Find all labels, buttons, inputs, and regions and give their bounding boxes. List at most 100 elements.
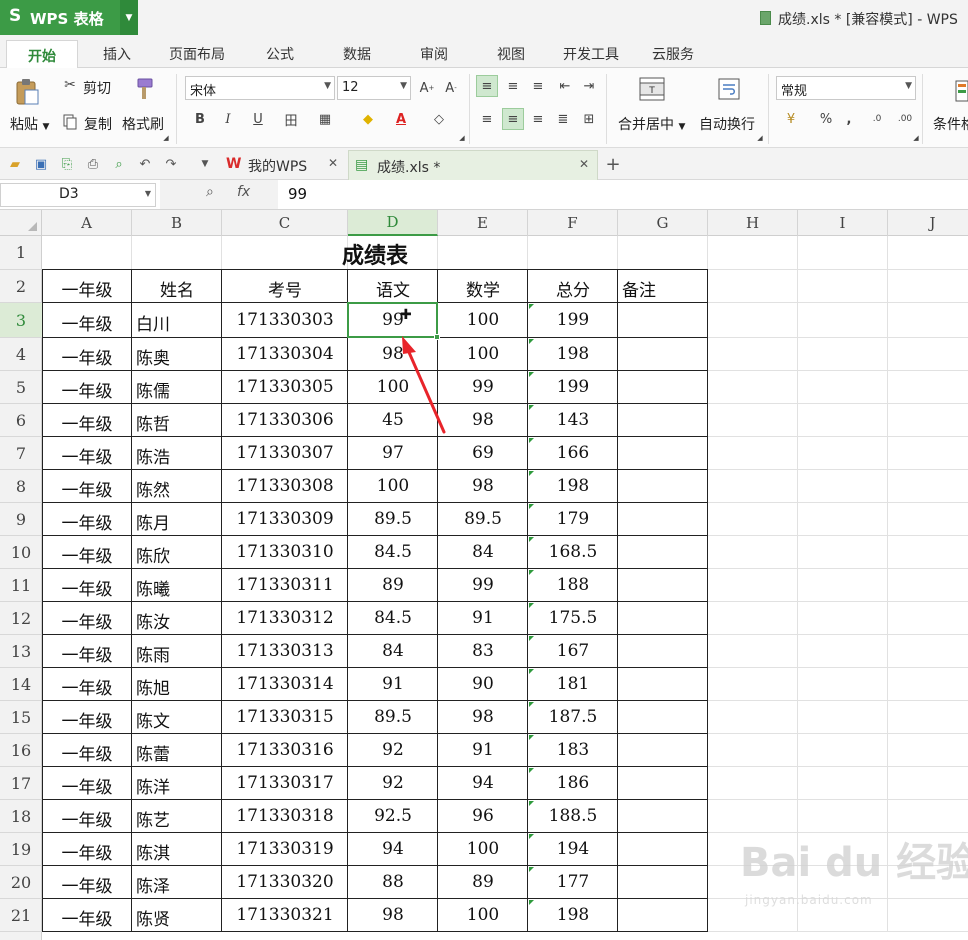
table-cell[interactable]: 171330315 <box>222 707 348 727</box>
table-cell[interactable]: 一年级 <box>42 872 132 897</box>
copy-icon[interactable] <box>62 114 78 130</box>
align-left-icon[interactable]: ≡ <box>476 108 498 130</box>
tab-review[interactable]: 审阅 <box>420 44 448 64</box>
paste-icon[interactable] <box>12 76 42 108</box>
column-header-f[interactable]: F <box>528 210 618 236</box>
table-cell[interactable]: 一年级 <box>42 310 132 335</box>
table-cell[interactable]: 一年级 <box>42 476 132 501</box>
paste-button[interactable]: 粘贴 ▼ <box>10 114 49 134</box>
table-cell[interactable]: 96 <box>438 806 528 826</box>
table-cell[interactable]: 167 <box>528 641 618 661</box>
table-cell[interactable]: 一年级 <box>42 443 132 468</box>
column-header-a[interactable]: A <box>42 210 132 236</box>
column-header-i[interactable]: I <box>798 210 888 236</box>
doc-tab-grades[interactable]: ▤ 成绩.xls * ✕ <box>348 150 598 180</box>
copy-button[interactable]: 复制 <box>84 114 112 134</box>
table-cell[interactable]: 92 <box>348 773 438 793</box>
table-cell[interactable]: 陈欣 <box>136 542 170 567</box>
formula-input[interactable]: 99 <box>288 185 307 203</box>
table-cell[interactable]: 171330319 <box>222 839 348 859</box>
font-launcher-icon[interactable]: ◢ <box>458 134 466 142</box>
tab-insert[interactable]: 插入 <box>103 44 131 64</box>
export-icon[interactable]: ⎘ <box>58 155 76 173</box>
print-icon[interactable]: ⎙ <box>84 155 102 173</box>
table-cell[interactable]: 171330314 <box>222 674 348 694</box>
undo-icon[interactable]: ↶ <box>136 155 154 173</box>
row-header[interactable]: 21 <box>0 899 42 932</box>
name-box[interactable]: D3 ▼ <box>0 183 156 207</box>
table-cell[interactable]: 98 <box>438 476 528 496</box>
bold-icon[interactable]: B <box>189 108 211 130</box>
table-cell[interactable]: 181 <box>528 674 618 694</box>
table-cell[interactable]: 199 <box>528 377 618 397</box>
close-icon[interactable]: ✕ <box>579 157 589 171</box>
table-cell[interactable]: 171330303 <box>222 310 348 330</box>
row-header[interactable]: 18 <box>0 800 42 833</box>
app-menu-dropdown-icon[interactable]: ▼ <box>120 0 138 35</box>
row-header[interactable]: 1 <box>0 236 42 270</box>
indent-decrease-icon[interactable]: ⇤ <box>554 75 576 97</box>
open-folder-icon[interactable]: ▰ <box>6 155 24 173</box>
table-cell[interactable]: 84 <box>348 641 438 661</box>
decrease-decimal-icon[interactable]: .00 <box>894 108 916 130</box>
row-header[interactable]: 12 <box>0 602 42 635</box>
align-right-icon[interactable]: ≡ <box>527 108 549 130</box>
table-cell[interactable]: 89 <box>438 872 528 892</box>
number-launcher-icon[interactable]: ◢ <box>912 134 920 142</box>
select-all-corner[interactable] <box>0 210 42 236</box>
tab-page-layout[interactable]: 页面布局 <box>169 44 225 64</box>
font-name-select[interactable]: 宋体 ▼ <box>185 76 335 100</box>
table-cell[interactable]: 143 <box>528 410 618 430</box>
increase-decimal-icon[interactable]: .0 <box>866 108 888 130</box>
clipboard-launcher-icon[interactable]: ◢ <box>162 134 170 142</box>
table-cell[interactable]: 陈儒 <box>136 377 170 402</box>
column-header-h[interactable]: H <box>708 210 798 236</box>
comma-button[interactable]: , <box>838 108 860 130</box>
table-cell[interactable]: 91 <box>438 740 528 760</box>
table-cell[interactable]: 97 <box>348 443 438 463</box>
table-cell[interactable]: 白川 <box>136 310 170 335</box>
clear-format-icon[interactable]: ◇ <box>428 108 450 130</box>
tab-cloud[interactable]: 云服务 <box>652 44 694 64</box>
table-cell[interactable]: 171330308 <box>222 476 348 496</box>
table-cell[interactable]: 188 <box>528 575 618 595</box>
table-cell[interactable]: 175.5 <box>528 608 618 628</box>
zoom-search-icon[interactable]: ⌕ <box>206 184 214 200</box>
table-cell[interactable]: 100 <box>438 905 528 925</box>
row-header[interactable]: 2 <box>0 270 42 303</box>
row-header[interactable]: 11 <box>0 569 42 602</box>
table-cell[interactable]: 198 <box>528 476 618 496</box>
table-cell[interactable]: 171330320 <box>222 872 348 892</box>
table-header-cell[interactable]: 备注 <box>622 276 656 301</box>
table-cell[interactable]: 陈旭 <box>136 674 170 699</box>
row-header[interactable]: 10 <box>0 536 42 569</box>
table-header-cell[interactable]: 数学 <box>438 276 528 301</box>
wrap-text-icon[interactable] <box>716 76 742 102</box>
column-header-e[interactable]: E <box>438 210 528 236</box>
row-header[interactable]: 4 <box>0 338 42 371</box>
table-cell[interactable]: 一年级 <box>42 773 132 798</box>
print-preview-icon[interactable]: ⌕ <box>110 155 128 173</box>
table-header-cell[interactable]: 姓名 <box>132 276 222 301</box>
table-cell[interactable]: 陈蕾 <box>136 740 170 765</box>
table-cell[interactable]: 171330306 <box>222 410 348 430</box>
column-header-c[interactable]: C <box>222 210 348 236</box>
table-cell[interactable]: 89.5 <box>348 707 438 727</box>
table-cell[interactable]: 171330313 <box>222 641 348 661</box>
table-cell[interactable]: 陈奥 <box>136 344 170 369</box>
table-cell[interactable]: 194 <box>528 839 618 859</box>
table-header-cell[interactable]: 一年级 <box>42 276 132 301</box>
table-cell[interactable]: 一年级 <box>42 839 132 864</box>
merge-style-icon[interactable]: ▦ <box>314 108 336 130</box>
align-top-icon[interactable]: ≡ <box>476 75 498 97</box>
increase-font-icon[interactable]: A + <box>416 77 438 99</box>
table-cell[interactable]: 陈艺 <box>136 806 170 831</box>
row-header[interactable]: 7 <box>0 437 42 470</box>
row-header[interactable]: 17 <box>0 767 42 800</box>
table-cell[interactable]: 陈洋 <box>136 773 170 798</box>
table-cell[interactable]: 177 <box>528 872 618 892</box>
row-header[interactable]: 16 <box>0 734 42 767</box>
format-painter-icon[interactable] <box>132 76 156 104</box>
cut-button[interactable]: 剪切 <box>83 78 111 98</box>
table-cell[interactable]: 171330310 <box>222 542 348 562</box>
